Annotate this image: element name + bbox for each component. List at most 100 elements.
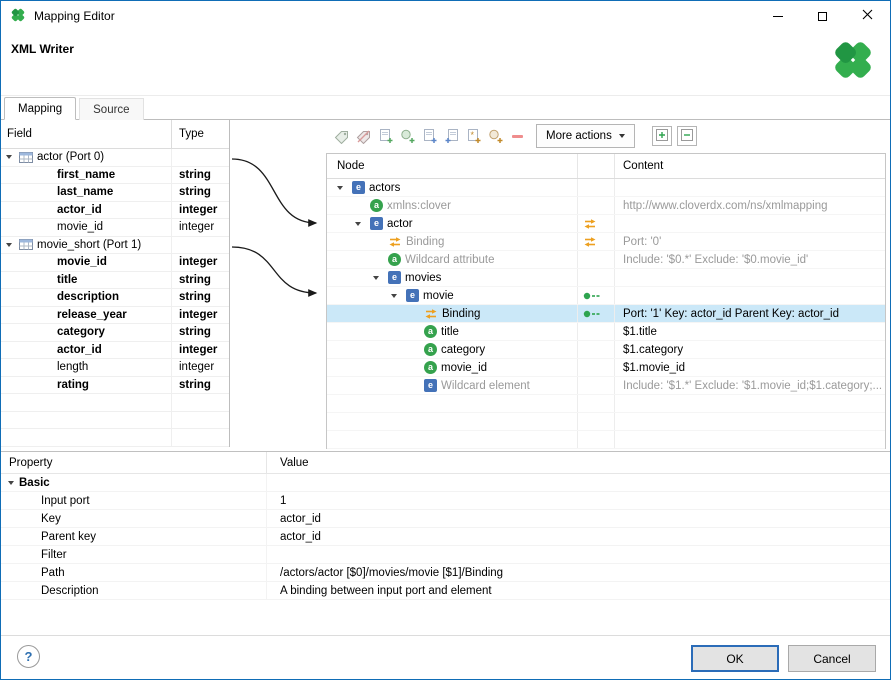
- field-row[interactable]: movie_id integer: [1, 254, 229, 272]
- remove-node-icon[interactable]: [509, 128, 526, 145]
- tree-row[interactable]: a Wildcard attribute Include: '$0.*' Exc…: [327, 251, 885, 269]
- svg-text:*: *: [470, 130, 474, 140]
- field-type: integer: [179, 256, 218, 269]
- property-value[interactable]: /actors/actor [$0]/movies/movie [$1]/Bin…: [266, 564, 890, 581]
- node-label: Binding: [406, 235, 445, 248]
- property-value[interactable]: actor_id: [266, 528, 890, 545]
- field-row[interactable]: length integer: [1, 359, 229, 377]
- port-group-row[interactable]: movie_short (Port 1): [1, 236, 229, 254]
- element-icon: e: [406, 289, 419, 302]
- tree-row[interactable]: a xmlns:clover http://www.cloverdx.com/n…: [327, 197, 885, 215]
- binding-icon: [583, 236, 597, 248]
- property-row: Path /actors/actor [$0]/movies/movie [$1…: [1, 564, 890, 582]
- tree-toolbar: * More actions: [333, 123, 697, 149]
- field-row[interactable]: rating string: [1, 376, 229, 394]
- port-group-label: actor (Port 0): [37, 151, 105, 164]
- add-sibling-element-after-icon[interactable]: [443, 128, 460, 145]
- field-name: actor_id: [57, 343, 102, 356]
- add-child-element-icon[interactable]: [377, 128, 394, 145]
- node-label: category: [441, 343, 486, 356]
- cancel-button[interactable]: Cancel: [788, 645, 876, 672]
- maximize-button[interactable]: [800, 1, 845, 31]
- xml-mapping-tree: Node Content e actors a xmlns:clover htt…: [326, 153, 886, 449]
- tree-row[interactable]: Binding Port: '0': [327, 233, 885, 251]
- field-name: movie_id: [57, 256, 107, 269]
- property-name: Filter: [41, 548, 67, 561]
- tree-row[interactable]: e actor: [327, 215, 885, 233]
- add-wildcard-element-icon[interactable]: *: [465, 128, 482, 145]
- create-binding-icon[interactable]: [333, 128, 350, 145]
- expand-all-button[interactable]: [651, 126, 672, 146]
- node-content: Port: '1' Key: actor_id Parent Key: acto…: [614, 305, 885, 322]
- clover-logo: [830, 37, 876, 86]
- property-value[interactable]: actor_id: [266, 510, 890, 527]
- node-label: actor: [387, 217, 413, 230]
- collapse-all-button[interactable]: [676, 126, 697, 146]
- properties-panel: Property Value Basic Input port 1 Key ac…: [1, 451, 890, 635]
- field-row[interactable]: movie_id integer: [1, 219, 229, 237]
- chevron-down-icon: [618, 134, 625, 138]
- expand-arrow-icon[interactable]: [355, 221, 361, 226]
- field-row[interactable]: release_year integer: [1, 306, 229, 324]
- expand-all-icon: [655, 128, 668, 144]
- field-type: integer: [179, 308, 218, 321]
- add-sibling-element-before-icon[interactable]: [421, 128, 438, 145]
- add-attribute-icon[interactable]: [399, 128, 416, 145]
- field-row[interactable]: title string: [1, 271, 229, 289]
- empty-row: [1, 394, 229, 412]
- empty-row: [327, 395, 885, 413]
- add-wildcard-attribute-icon[interactable]: [487, 128, 504, 145]
- node-label: xmlns:clover: [387, 199, 451, 212]
- expand-arrow-icon[interactable]: [6, 155, 12, 160]
- field-column-header: Field: [7, 128, 32, 140]
- tree-row[interactable]: a title $1.title: [327, 323, 885, 341]
- expand-arrow-icon[interactable]: [391, 293, 397, 298]
- element-icon: e: [424, 379, 437, 392]
- property-value[interactable]: A binding between input port and element: [266, 582, 890, 599]
- help-button[interactable]: ?: [17, 645, 40, 668]
- collapse-all-icon: [680, 128, 693, 144]
- tab-source[interactable]: Source: [79, 98, 144, 120]
- tree-row[interactable]: a category $1.category: [327, 341, 885, 359]
- field-type: string: [179, 326, 211, 339]
- empty-row: [1, 429, 229, 447]
- close-button[interactable]: [845, 1, 890, 31]
- content-column-header: Content: [614, 154, 885, 178]
- tree-row[interactable]: e Wildcard element Include: '$1.*' Exclu…: [327, 377, 885, 395]
- more-actions-button[interactable]: More actions: [536, 124, 635, 148]
- tree-row[interactable]: a movie_id $1.movie_id: [327, 359, 885, 377]
- tree-row-selected[interactable]: Binding Port: '1' Key: actor_id Parent K…: [327, 305, 885, 323]
- tree-row[interactable]: e movies: [327, 269, 885, 287]
- tree-row[interactable]: e actors: [327, 179, 885, 197]
- expand-arrow-icon[interactable]: [8, 480, 14, 485]
- title-bar[interactable]: Mapping Editor: [1, 1, 890, 31]
- page-title: XML Writer: [11, 42, 74, 56]
- property-row: Filter: [1, 546, 890, 564]
- node-label: Wildcard attribute: [405, 253, 495, 266]
- section-label: Basic: [19, 476, 50, 489]
- tree-row[interactable]: e movie: [327, 287, 885, 305]
- node-content: $1.category: [614, 341, 885, 358]
- clear-bindings-icon[interactable]: [355, 128, 372, 145]
- port-group-row[interactable]: actor (Port 0): [1, 149, 229, 167]
- field-row[interactable]: category string: [1, 324, 229, 342]
- property-section-row[interactable]: Basic: [1, 474, 890, 492]
- node-content: $1.title: [614, 323, 885, 340]
- field-row[interactable]: first_name string: [1, 166, 229, 184]
- minimize-button[interactable]: [755, 1, 800, 31]
- field-row[interactable]: description string: [1, 289, 229, 307]
- field-type: integer: [179, 203, 218, 216]
- property-value[interactable]: [266, 546, 890, 563]
- field-row[interactable]: actor_id integer: [1, 341, 229, 359]
- property-value[interactable]: 1: [266, 492, 890, 509]
- binding-indicator-icon: [583, 308, 600, 320]
- ok-button[interactable]: OK: [691, 645, 779, 672]
- mapping-editor-window: Mapping Editor XML Writer Mapping Source: [0, 0, 891, 680]
- property-column-header: Property: [9, 457, 53, 469]
- expand-arrow-icon[interactable]: [373, 275, 379, 280]
- field-row[interactable]: last_name string: [1, 184, 229, 202]
- tab-mapping[interactable]: Mapping: [4, 97, 77, 120]
- expand-arrow-icon[interactable]: [6, 242, 12, 247]
- expand-arrow-icon[interactable]: [337, 185, 343, 190]
- field-row[interactable]: actor_id integer: [1, 201, 229, 219]
